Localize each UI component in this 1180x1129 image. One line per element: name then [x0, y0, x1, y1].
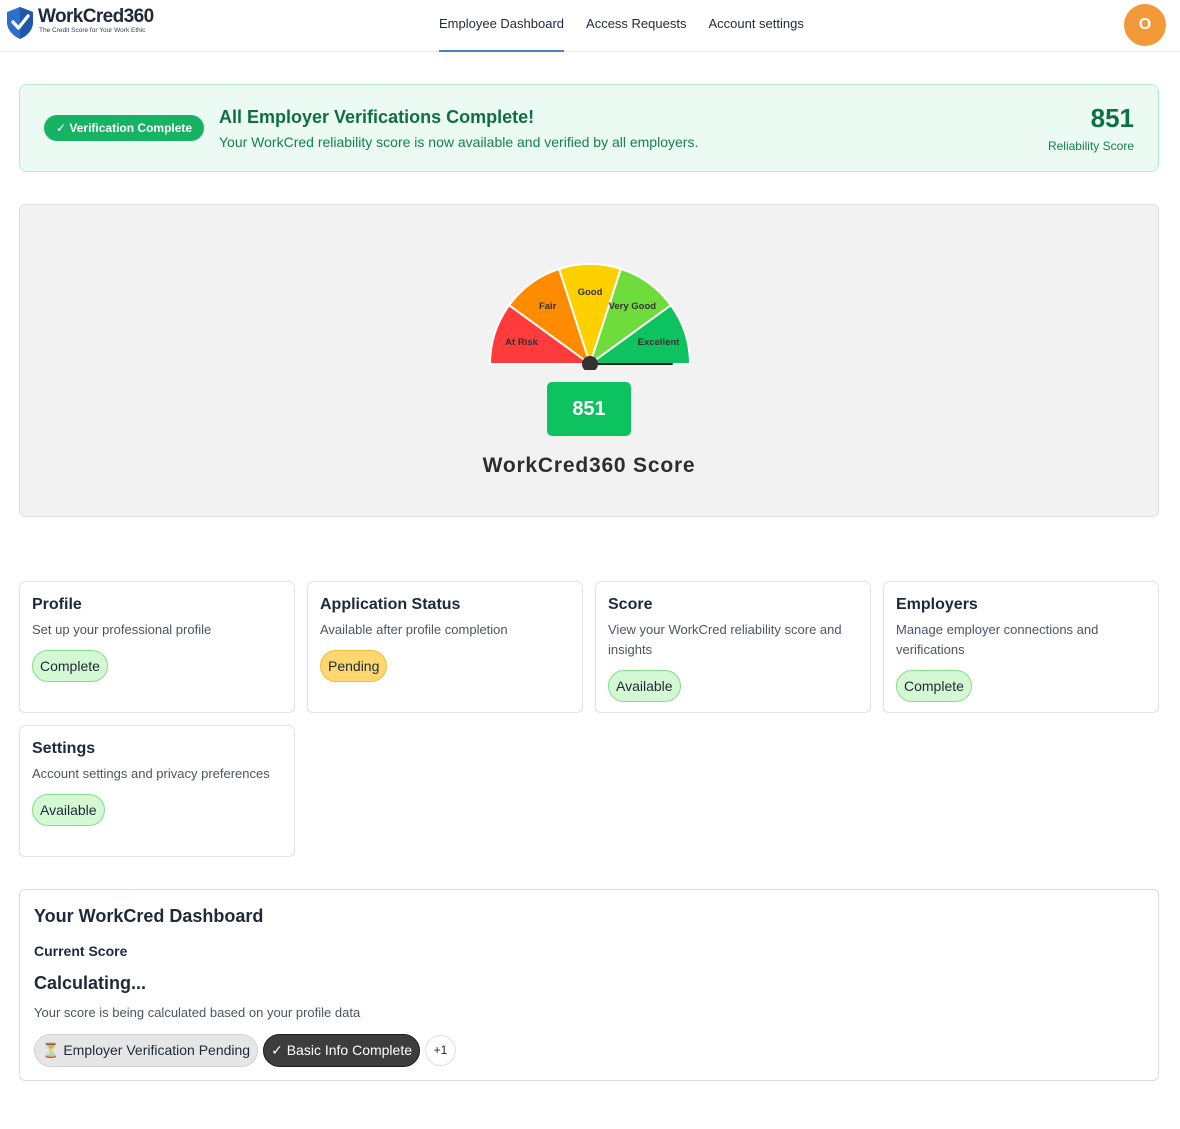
application-status-card[interactable]: Application Status Available after profi…	[307, 581, 583, 713]
current-score-value: Calculating...	[34, 973, 147, 993]
app-name: WorkCred360	[38, 6, 154, 27]
profile-card[interactable]: Profile Set up your professional profile…	[19, 581, 295, 713]
employers-card[interactable]: Employers Manage employer connections an…	[883, 581, 1159, 713]
card-description: Set up your professional profile	[32, 622, 212, 637]
card-title: Profile	[32, 596, 82, 613]
gauge-title: WorkCred360 Score	[482, 454, 696, 477]
card-title: Employers	[896, 596, 978, 613]
more-chips-button[interactable]: +1	[425, 1035, 456, 1066]
card-title: Application Status	[320, 596, 461, 613]
basic-info-complete-chip[interactable]: ✓ Basic Info Complete	[263, 1034, 420, 1067]
user-avatar[interactable]: O	[1124, 4, 1166, 46]
top-navbar: WorkCred360 The Credit Score for Your Wo…	[0, 0, 1180, 52]
employer-verification-pending-chip[interactable]: ⏳ Employer Verification Pending	[34, 1034, 259, 1067]
card-description: Account settings and privacy preferences	[32, 766, 270, 781]
status-badge[interactable]: Complete	[32, 650, 108, 682]
card-description: Manage employer connections and verifica…	[896, 622, 1099, 657]
reliability-score-label: Reliability Score	[1047, 139, 1134, 153]
status-badge[interactable]: Complete	[896, 670, 972, 702]
nav-access-requests[interactable]: Access Requests	[586, 0, 686, 52]
score-gauge: At Risk Fair Good Very Good Excellent	[488, 263, 692, 370]
score-calculation-note: Your score is being calculated based on …	[34, 1005, 361, 1020]
app-tagline: The Credit Score for Your Work Ethic	[39, 27, 146, 34]
gauge-label: Very Good	[609, 301, 657, 312]
status-chips: ⏳ Employer Verification Pending ✓ Basic …	[34, 1034, 461, 1067]
score-value-box: 851	[547, 382, 631, 436]
banner-subtitle: Your WorkCred reliability score is now a…	[219, 134, 699, 150]
verification-complete-badge: ✓ Verification Complete	[44, 115, 205, 141]
settings-card[interactable]: Settings Account settings and privacy pr…	[19, 725, 295, 857]
score-card[interactable]: Score View your WorkCred reliability sco…	[595, 581, 871, 713]
app-logo[interactable]: WorkCred360 The Credit Score for Your Wo…	[4, 5, 154, 41]
card-description: View your WorkCred reliability score and…	[608, 622, 842, 657]
gauge-label: Good	[578, 287, 603, 298]
card-description: Available after profile completion	[320, 622, 508, 637]
current-score-label: Current Score	[34, 943, 128, 959]
dashboard-title: Your WorkCred Dashboard	[34, 906, 264, 926]
gauge-label: At Risk	[505, 337, 538, 348]
workcred-dashboard-section: Your WorkCred Dashboard Current Score Ca…	[19, 889, 1159, 1081]
nav-account-settings[interactable]: Account settings	[708, 0, 803, 52]
status-badge[interactable]: Available	[32, 794, 105, 826]
nav-employee-dashboard[interactable]: Employee Dashboard	[439, 0, 565, 52]
verification-banner: ✓ Verification Complete All Employer Ver…	[19, 84, 1159, 172]
shield-check-icon	[7, 7, 33, 39]
status-badge[interactable]: Available	[608, 670, 681, 702]
main-nav: Employee Dashboard Access Requests Accou…	[439, 0, 826, 52]
card-title: Settings	[32, 740, 96, 757]
score-gauge-panel: At Risk Fair Good Very Good Excellent 851 Wo…	[19, 204, 1159, 517]
card-title: Score	[608, 596, 653, 613]
gauge-label: Fair	[539, 301, 557, 312]
status-badge[interactable]: Pending	[320, 650, 388, 682]
reliability-score-value: 851	[1090, 103, 1134, 133]
banner-title: All Employer Verifications Complete!	[219, 107, 535, 127]
gauge-label: Excellent	[638, 337, 681, 348]
